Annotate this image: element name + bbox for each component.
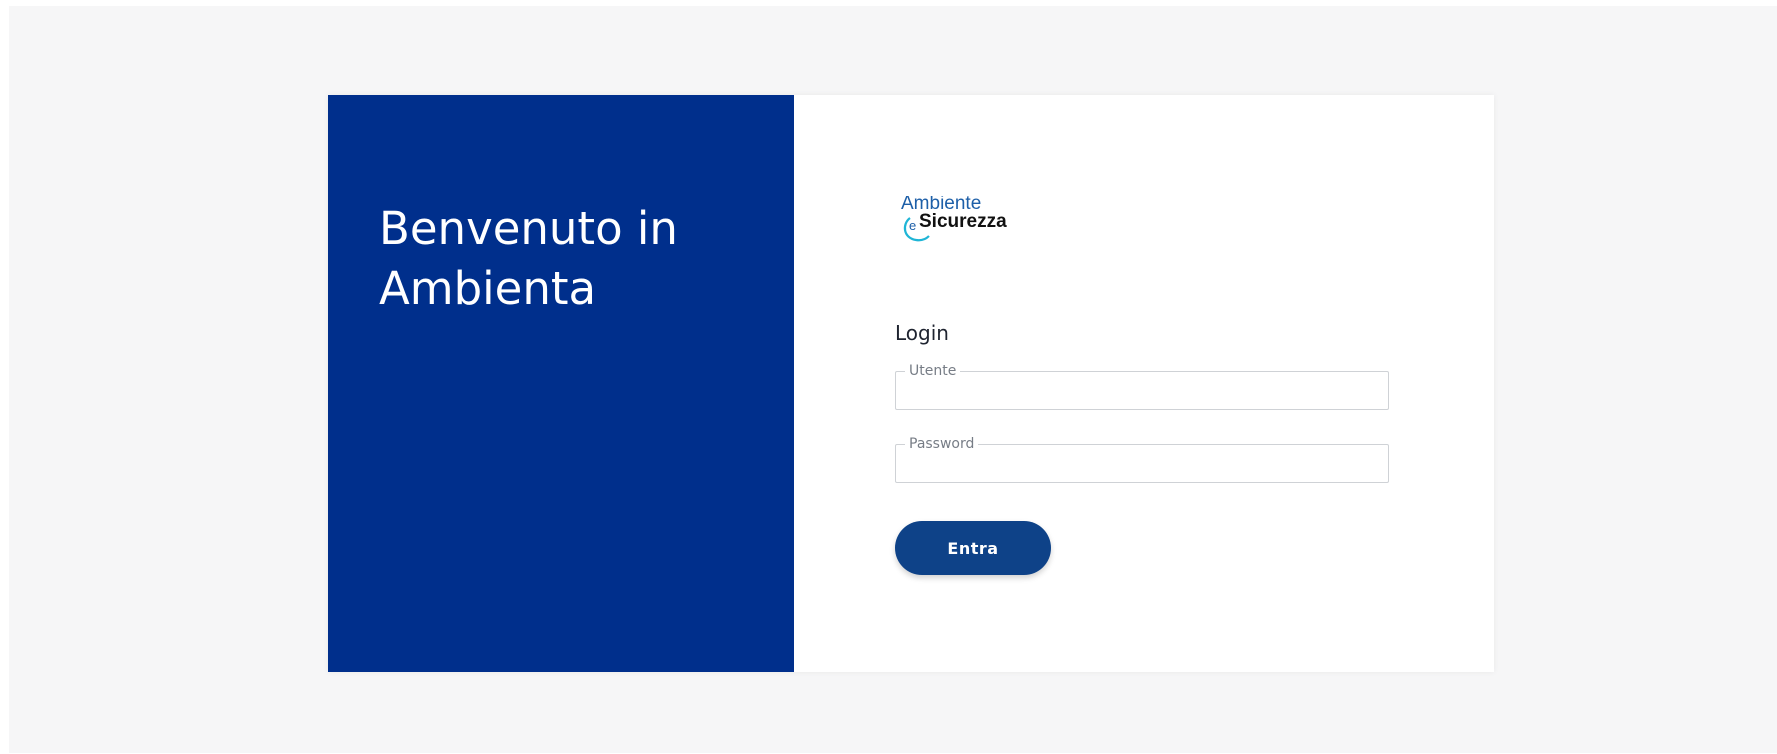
welcome-line-1: Benvenuto in	[379, 202, 678, 255]
ambiente-sicurezza-logo: Ambiente e Sicurezza	[898, 196, 1028, 248]
logo-text-bottom: Sicurezza	[919, 211, 1007, 232]
password-field[interactable]: Password	[895, 435, 1389, 483]
username-field[interactable]: Utente	[895, 362, 1389, 410]
password-input[interactable]	[896, 445, 1388, 482]
logo-graphic: Ambiente e Sicurezza	[901, 196, 1007, 242]
page-background: Benvenuto in Ambienta Ambiente e Sicurez…	[9, 6, 1777, 753]
username-input[interactable]	[896, 372, 1388, 409]
logo-text-e: e	[909, 218, 916, 233]
welcome-line-2: Ambienta	[379, 262, 597, 315]
login-title: Login	[895, 321, 949, 345]
welcome-heading: Benvenuto in Ambienta	[379, 199, 759, 319]
submit-button[interactable]: Entra	[895, 521, 1051, 575]
welcome-panel: Benvenuto in Ambienta	[328, 95, 794, 672]
login-card: Benvenuto in Ambienta Ambiente e Sicurez…	[328, 95, 1494, 672]
login-panel: Ambiente e Sicurezza Login Utente Passwo…	[794, 95, 1494, 672]
